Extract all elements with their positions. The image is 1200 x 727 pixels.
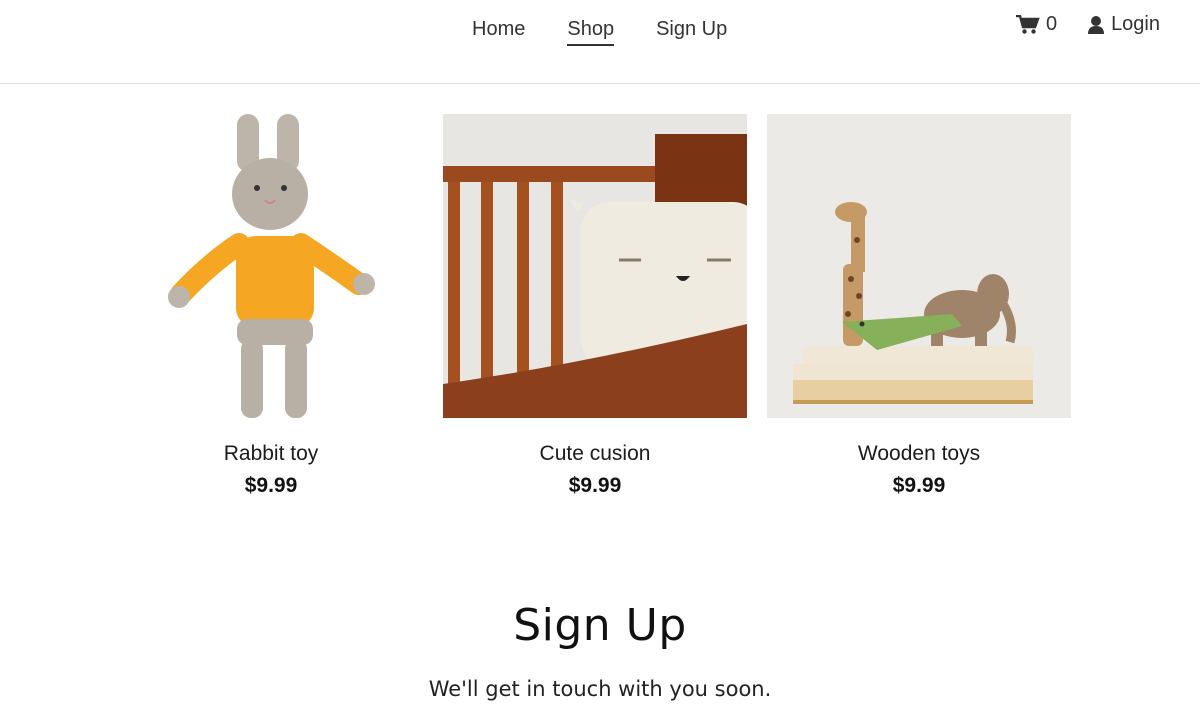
product-card[interactable]: Rabbit toy $9.99 [119,114,423,498]
cart-icon [1015,14,1040,35]
product-image-rabbit[interactable] [119,114,423,418]
login-label: Login [1111,13,1160,35]
nav-shop-link[interactable]: Shop [567,18,615,46]
product-name[interactable]: Wooden toys [767,442,1071,466]
signup-section: Sign Up We'll get in touch with you soon… [0,600,1200,701]
nav-home-link[interactable]: Home [472,18,525,46]
product-image-cushion[interactable] [443,114,747,418]
product-grid: Rabbit toy $9.99 Cute cusion $9.99 Woode… [119,114,1072,514]
product-name[interactable]: Rabbit toy [119,442,423,466]
cart-button[interactable]: 0 [1015,13,1058,36]
signup-title: Sign Up [513,600,687,651]
product-card[interactable]: Wooden toys $9.99 [767,114,1071,498]
product-price: $9.99 [244,474,298,497]
header-tools: 0 Login [1015,13,1160,36]
product-price: $9.99 [892,474,946,497]
nav-signup-link[interactable]: Sign Up [656,18,727,46]
site-header: Home Shop Sign Up 0 Login [0,0,1200,84]
product-image-wooden-toys[interactable] [767,114,1071,418]
product-price: $9.99 [568,474,622,497]
cart-count: 0 [1045,13,1058,35]
login-button[interactable]: Login [1087,13,1160,36]
product-card[interactable]: Cute cusion $9.99 [443,114,747,498]
product-name[interactable]: Cute cusion [443,442,747,466]
main-nav: Home Shop Sign Up [472,18,769,46]
user-icon [1087,15,1105,35]
signup-subtitle: We'll get in touch with you soon. [428,677,772,701]
